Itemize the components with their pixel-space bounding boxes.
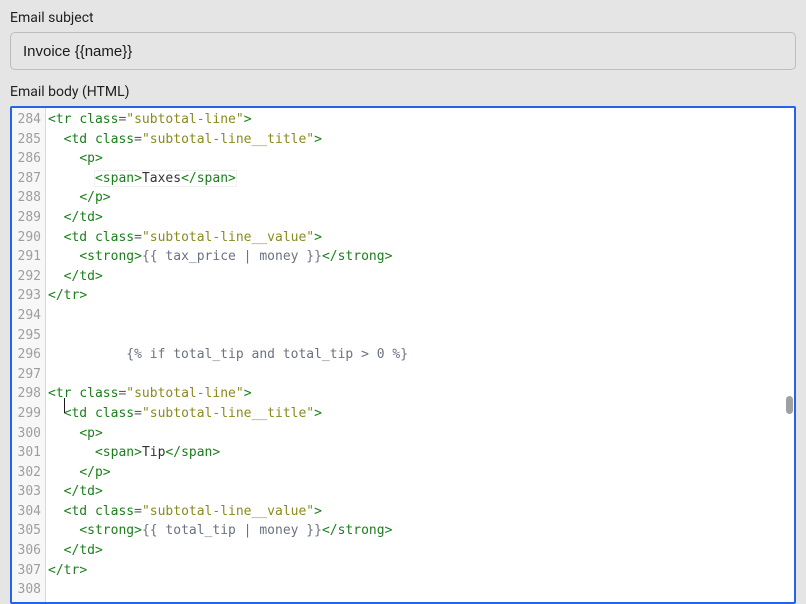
- subject-label: Email subject: [10, 10, 796, 26]
- editor-code-area[interactable]: <tr class="subtotal-line"> <td class="su…: [46, 108, 794, 602]
- page-root: Email subject Email body (HTML) 28428528…: [0, 0, 806, 604]
- editor-scrollbar-thumb[interactable]: [786, 396, 793, 414]
- editor-gutter: 2842852862872882892902912922932942952962…: [12, 108, 46, 602]
- email-body-editor[interactable]: 2842852862872882892902912922932942952962…: [10, 106, 796, 604]
- editor-scrollbar-track[interactable]: [784, 108, 794, 602]
- body-label: Email body (HTML): [10, 84, 796, 100]
- email-subject-input[interactable]: [10, 32, 796, 70]
